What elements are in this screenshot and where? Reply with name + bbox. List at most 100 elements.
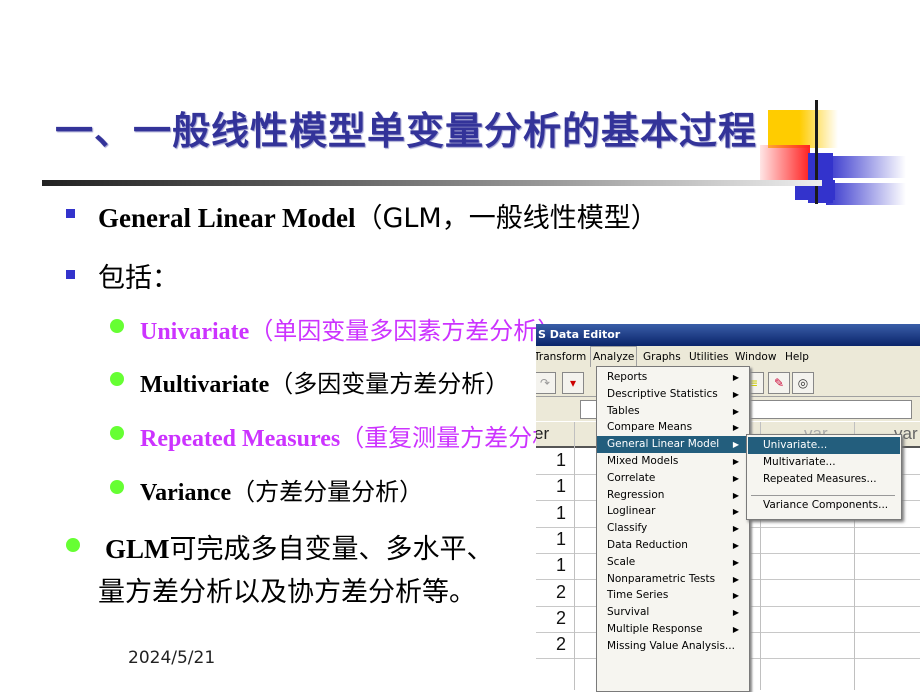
dot-bullet-icon xyxy=(110,372,124,386)
bullet-text-cn: （GLM，一般线性模型） xyxy=(355,203,658,234)
use-sets-icon[interactable]: ◎ xyxy=(792,372,814,394)
menu-item-descriptive-statistics[interactable]: Descriptive Statistics ▶ xyxy=(597,386,747,403)
menu-item-nonparametric-tests[interactable]: Nonparametric Tests ▶ xyxy=(597,571,747,588)
submenu-item-label: Repeated Measures... xyxy=(763,473,877,485)
menu-analyze[interactable]: Analyze xyxy=(590,346,638,367)
submenu-arrow-icon: ▶ xyxy=(732,389,739,399)
menu-item-classify[interactable]: Classify ▶ xyxy=(597,520,747,537)
menu-item-correlate[interactable]: Correlate ▶ xyxy=(597,470,747,487)
submenu-item-univariate[interactable]: Univariate... xyxy=(748,437,900,454)
menu-item-data-reduction[interactable]: Data Reduction ▶ xyxy=(597,537,747,554)
menu-item-scale[interactable]: Scale ▶ xyxy=(597,554,747,571)
goto-case-icon[interactable]: ▾ xyxy=(562,372,584,394)
grid-cell-value[interactable]: 1 xyxy=(536,555,566,576)
menu-item-label: Descriptive Statistics xyxy=(607,387,718,400)
menu-item-label: Regression xyxy=(607,488,665,501)
sub-bullet-en: Variance xyxy=(140,480,232,506)
bullet-includes: 包括： xyxy=(98,263,179,294)
submenu-arrow-icon: ▶ xyxy=(732,490,739,500)
menu-item-label: Nonparametric Tests xyxy=(607,572,716,585)
title-divider xyxy=(42,180,822,186)
menu-item-label: General Linear Model xyxy=(607,438,720,451)
grid-cell-value[interactable]: 1 xyxy=(536,529,566,550)
square-bullet-icon xyxy=(66,209,75,218)
summary-cn: 可完成多自变量、多水平、 xyxy=(169,534,494,565)
menubar: Transform Analyze Graphs Utilities Windo… xyxy=(536,346,920,368)
menu-item-label: Correlate xyxy=(607,471,656,484)
menu-help[interactable]: Help xyxy=(785,346,809,368)
menu-item-label: Compare Means xyxy=(607,421,693,434)
menu-item-multiple-response[interactable]: Multiple Response ▶ xyxy=(597,621,747,638)
menu-item-time-series[interactable]: Time Series ▶ xyxy=(597,587,747,604)
menu-item-label: Loglinear xyxy=(607,505,656,518)
column-header[interactable]: er xyxy=(536,424,549,444)
menu-item-label: Missing Value Analysis... xyxy=(607,639,735,652)
grid-cell-value[interactable]: 2 xyxy=(536,582,566,603)
menu-item-general-linear-model[interactable]: General Linear Model ▶ xyxy=(597,436,747,454)
menu-item-loglinear[interactable]: Loglinear ▶ xyxy=(597,503,747,520)
summary-line-2: 量方差分析以及协方差分析等。 xyxy=(98,577,476,608)
decor-vertical-line xyxy=(815,100,818,204)
grid-cell-value[interactable]: 2 xyxy=(536,608,566,629)
menu-item-label: Reports xyxy=(607,371,648,383)
menu-item-label: Classify xyxy=(607,522,648,535)
menu-item-mixed-models[interactable]: Mixed Models ▶ xyxy=(597,453,747,470)
analyze-dropdown-menu: Reports ▶ Descriptive Statistics ▶ Tables ▶ Co… xyxy=(596,366,750,692)
submenu-arrow-icon: ▶ xyxy=(732,625,739,634)
bullet-text-en: General Linear Model xyxy=(98,203,356,233)
submenu-item-repeated-measures[interactable]: Repeated Measures... xyxy=(748,471,900,488)
menu-item-label: Scale xyxy=(607,555,636,568)
decor-blue-gradient xyxy=(826,156,906,178)
submenu-separator xyxy=(751,495,895,496)
menu-item-tables[interactable]: Tables ▶ xyxy=(597,403,747,420)
dot-bullet-icon xyxy=(110,480,124,494)
submenu-item-label: Univariate... xyxy=(763,439,828,451)
grid-cell-value[interactable]: 1 xyxy=(536,476,566,497)
menu-item-compare-means[interactable]: Compare Means ▶ xyxy=(597,419,747,436)
menu-utilities[interactable]: Utilities xyxy=(689,346,729,368)
sub-bullet-repeated-measures: Repeated Measures（重复测量方差分析） xyxy=(140,418,580,453)
menu-item-regression[interactable]: Regression ▶ xyxy=(597,487,747,504)
menu-item-label: Survival xyxy=(607,606,650,619)
glm-submenu: Univariate... Multivariate... Repeated M… xyxy=(746,434,902,520)
sub-bullet-cn: （单因变量多因素方差分析） xyxy=(249,317,562,345)
submenu-arrow-icon: ▶ xyxy=(732,591,739,601)
submenu-arrow-icon: ▶ xyxy=(732,406,739,416)
submenu-arrow-icon: ▶ xyxy=(732,541,739,550)
submenu-arrow-icon: ▶ xyxy=(732,574,739,584)
grid-cell-value[interactable]: 1 xyxy=(536,450,566,471)
menu-item-missing-value-analysis[interactable]: Missing Value Analysis... xyxy=(597,638,747,655)
window-title: S Data Editor xyxy=(536,324,920,346)
dot-bullet-icon xyxy=(66,538,80,552)
grid-cell-value[interactable]: 1 xyxy=(536,503,566,524)
menu-transform[interactable]: Transform xyxy=(536,346,586,368)
dot-bullet-icon xyxy=(110,426,124,440)
sub-bullet-variance: Variance（方差分量分析） xyxy=(140,472,423,507)
menu-item-label: Mixed Models xyxy=(607,455,679,467)
sub-bullet-en: Univariate xyxy=(140,319,250,345)
redo-icon[interactable]: ↷ xyxy=(536,372,556,394)
submenu-arrow-icon: ▶ xyxy=(732,423,739,433)
menu-graphs[interactable]: Graphs xyxy=(643,346,681,368)
submenu-arrow-icon: ▶ xyxy=(732,557,739,567)
decor-red-block xyxy=(760,145,810,185)
submenu-arrow-icon: ▶ xyxy=(732,608,739,618)
menu-item-survival[interactable]: Survival ▶ xyxy=(597,604,747,621)
submenu-item-variance-components[interactable]: Variance Components... xyxy=(748,497,900,514)
sub-bullet-cn: （多因变量方差分析） xyxy=(269,370,510,398)
value-labels-icon[interactable]: ✎ xyxy=(768,372,790,394)
menu-item-label: Tables xyxy=(607,404,640,417)
submenu-item-label: Multivariate... xyxy=(763,456,836,468)
menu-item-label: Time Series xyxy=(607,589,669,602)
menu-window[interactable]: Window xyxy=(735,346,776,368)
submenu-arrow-icon: ▶ xyxy=(732,373,739,382)
submenu-arrow-icon: ▶ xyxy=(732,457,739,466)
submenu-arrow-icon: ▶ xyxy=(732,507,739,517)
square-bullet-icon xyxy=(66,270,75,279)
grid-cell-value[interactable]: 2 xyxy=(536,634,566,655)
submenu-arrow-icon: ▶ xyxy=(732,473,739,483)
submenu-arrow-icon: ▶ xyxy=(732,524,739,534)
grid-column-line xyxy=(574,422,575,690)
menu-item-reports[interactable]: Reports ▶ xyxy=(597,369,747,386)
submenu-item-multivariate[interactable]: Multivariate... xyxy=(748,454,900,471)
